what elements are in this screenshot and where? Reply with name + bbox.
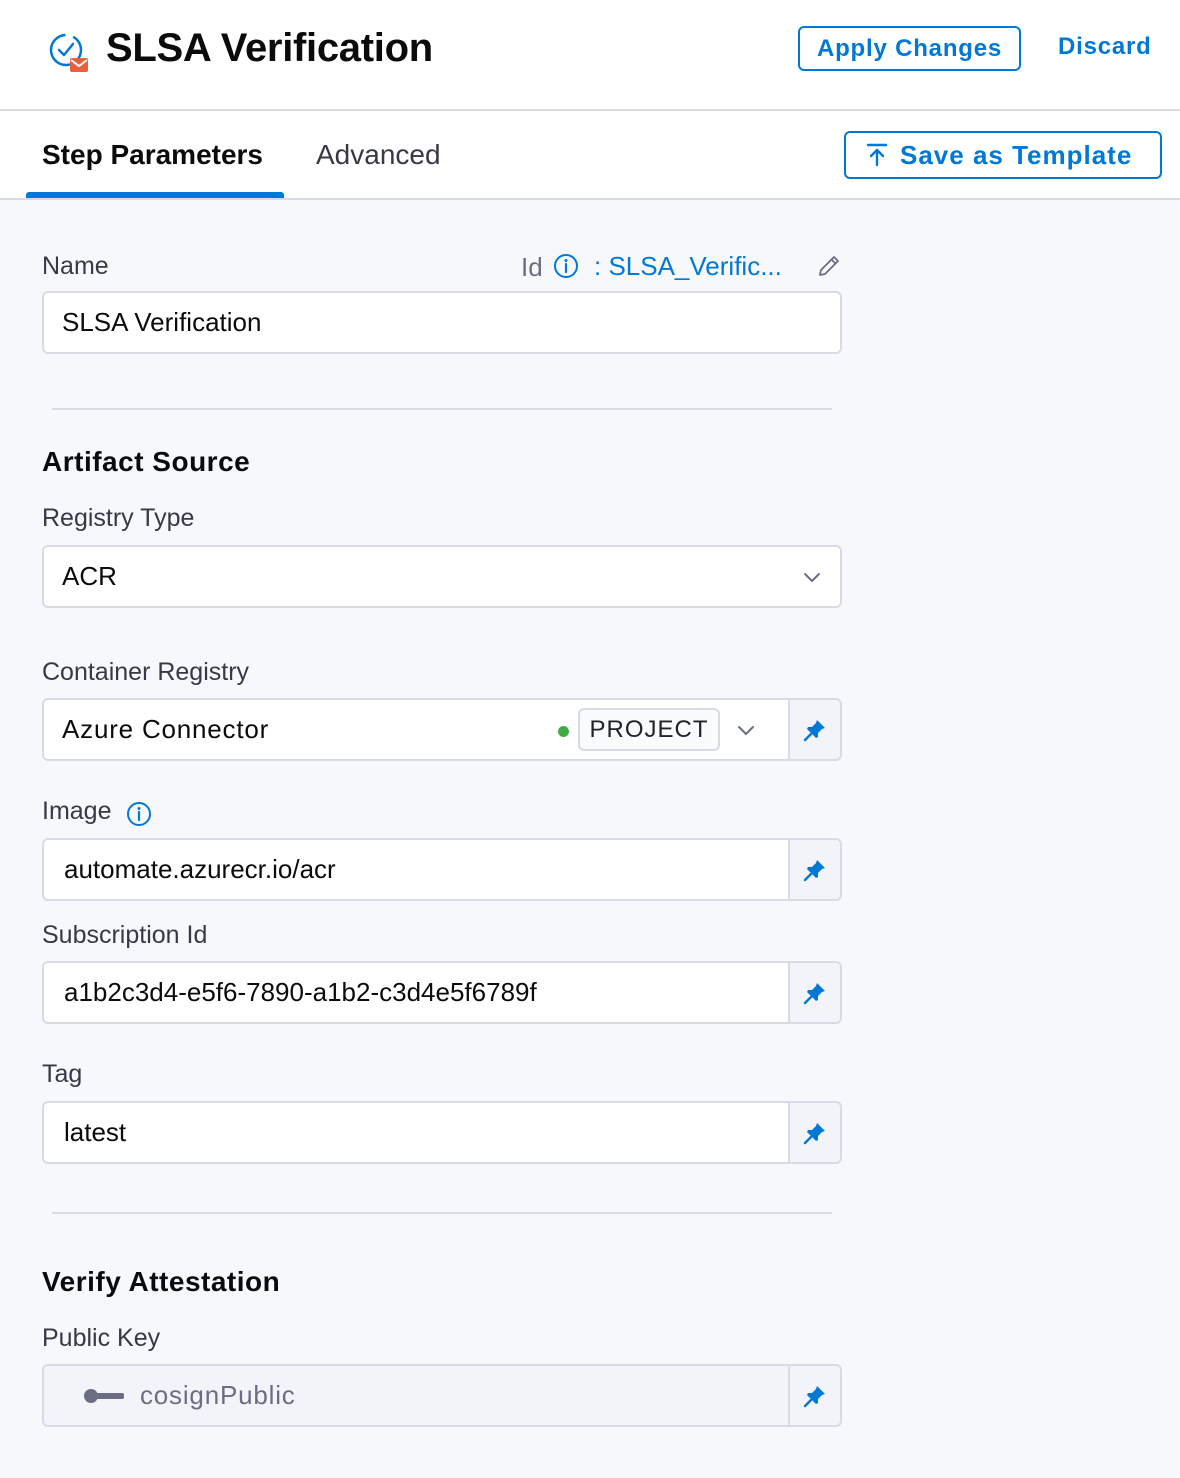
save-as-template-button[interactable]: Save as Template <box>844 131 1162 179</box>
chevron-down-icon <box>804 573 820 582</box>
container-registry-value: Azure Connector <box>62 714 270 744</box>
step-header: SLSA Verification Apply Changes Discard <box>0 0 1180 111</box>
name-label: Name <box>42 252 109 280</box>
apply-changes-button[interactable]: Apply Changes <box>798 26 1021 71</box>
tab-advanced[interactable]: Advanced <box>316 139 441 171</box>
id-label: Id <box>521 252 543 282</box>
image-label: Image <box>42 797 111 826</box>
image-pin-button[interactable] <box>788 838 842 901</box>
pin-icon <box>803 1122 825 1144</box>
image-input[interactable]: automate.azurecr.io/acr <box>42 838 790 901</box>
name-input-value: SLSA Verification <box>62 307 262 337</box>
name-input[interactable]: SLSA Verification <box>42 291 842 354</box>
subscription-id-label: Subscription Id <box>42 921 208 949</box>
public-key-label: Public Key <box>42 1324 161 1352</box>
container-registry-pin-button[interactable] <box>788 698 842 761</box>
subscription-id-value: a1b2c3d4-e5f6-7890-a1b2-c3d4e5f6789f <box>64 977 537 1007</box>
artifact-source-title: Artifact Source <box>42 446 251 477</box>
info-icon[interactable] <box>553 253 579 279</box>
verify-attestation-title: Verify Attestation <box>42 1266 281 1297</box>
pin-icon <box>803 719 825 741</box>
upload-icon <box>866 143 888 167</box>
pencil-icon[interactable] <box>816 253 842 279</box>
subscription-id-input[interactable]: a1b2c3d4-e5f6-7890-a1b2-c3d4e5f6789f <box>42 961 790 1024</box>
slsa-verification-icon <box>49 33 88 72</box>
registry-type-value: ACR <box>62 561 117 591</box>
pin-icon <box>803 859 825 881</box>
section-divider <box>52 408 832 410</box>
public-key-value: cosignPublic <box>140 1380 296 1410</box>
discard-button[interactable]: Discard <box>1058 33 1152 61</box>
key-icon <box>84 1388 124 1403</box>
connector-status-dot <box>558 726 569 737</box>
subscription-id-pin-button[interactable] <box>788 961 842 1024</box>
tab-bar: Step Parameters Advanced Save as Templat… <box>0 111 1180 200</box>
tag-label: Tag <box>42 1060 83 1088</box>
image-label-text: Image <box>42 797 112 825</box>
save-as-template-label: Save as Template <box>900 139 1133 170</box>
container-registry-label: Container Registry <box>42 658 250 686</box>
registry-type-select[interactable]: ACR <box>42 545 842 608</box>
chevron-down-icon <box>738 726 754 735</box>
active-tab-indicator <box>26 192 284 198</box>
tag-pin-button[interactable] <box>788 1101 842 1164</box>
public-key-input[interactable]: cosignPublic <box>42 1364 790 1427</box>
public-key-pin-button[interactable] <box>788 1364 842 1427</box>
info-icon[interactable] <box>126 801 152 827</box>
page-title: SLSA Verification <box>106 26 433 70</box>
scope-badge: PROJECT <box>578 708 720 751</box>
section-divider <box>52 1212 832 1214</box>
pin-icon <box>803 982 825 1004</box>
registry-type-label: Registry Type <box>42 504 195 532</box>
pin-icon <box>803 1385 825 1407</box>
tab-step-parameters[interactable]: Step Parameters <box>42 139 263 171</box>
tag-input[interactable]: latest <box>42 1101 790 1164</box>
image-input-value: automate.azurecr.io/acr <box>64 854 336 884</box>
id-value: : SLSA_Verific... <box>594 251 782 281</box>
container-registry-select[interactable]: Azure Connector PROJECT <box>42 698 790 761</box>
tag-input-value: latest <box>64 1117 127 1147</box>
